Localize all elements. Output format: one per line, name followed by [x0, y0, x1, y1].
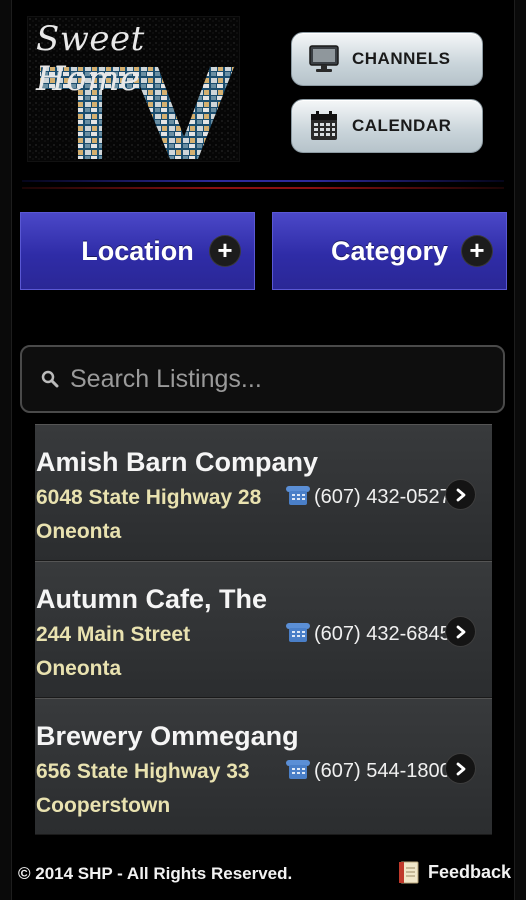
listing-address: 244 Main Street	[36, 623, 191, 646]
channels-button[interactable]: CHANNELS	[291, 32, 483, 86]
sweet-home-tv-logo[interactable]: Sweet Home	[27, 16, 240, 162]
listing-name: Autumn Cafe, The	[36, 584, 268, 614]
listing-name: Amish Barn Company	[36, 447, 319, 477]
plus-icon: +	[210, 236, 240, 266]
calendar-button[interactable]: CALENDAR	[291, 99, 483, 153]
listing-address: 6048 State Highway 28	[36, 486, 262, 509]
search-input[interactable]	[70, 364, 490, 394]
search-box[interactable]	[20, 345, 505, 413]
list-item[interactable]: Amish Barn Company 6048 State Highway 28…	[35, 424, 492, 561]
logo-title: Sweet Home	[36, 19, 145, 99]
listing-city: Cooperstown	[36, 794, 171, 817]
list-item[interactable]: Autumn Cafe, The 244 Main Street Oneonta…	[35, 561, 492, 698]
chevron-right-icon[interactable]	[446, 617, 475, 646]
list-item[interactable]: Brewery Ommegang 656 State Highway 33 Co…	[35, 698, 492, 835]
listings-list[interactable]: Amish Barn Company 6048 State Highway 28…	[35, 424, 492, 838]
right-frame	[514, 0, 526, 900]
chevron-right-icon[interactable]	[446, 480, 475, 509]
channels-label: CHANNELS	[352, 49, 451, 68]
location-label: Location	[81, 235, 194, 266]
category-filter-button[interactable]: Category +	[272, 212, 507, 290]
feedback-button[interactable]: Feedback	[398, 860, 511, 884]
calendar-icon	[302, 110, 346, 142]
listing-phone[interactable]: (607) 432-0527	[314, 486, 451, 509]
listing-city: Oneonta	[36, 520, 122, 543]
phone-icon[interactable]	[285, 483, 311, 507]
copyright-text: © 2014 SHP - All Rights Reserved.	[18, 864, 293, 883]
listing-city: Oneonta	[36, 657, 122, 680]
phone-icon[interactable]	[285, 620, 311, 644]
header-divider-red	[22, 187, 504, 189]
monitor-icon	[302, 44, 346, 74]
notepad-icon	[399, 861, 419, 884]
header-divider-blue	[22, 180, 504, 182]
plus-icon: +	[462, 236, 492, 266]
listing-name: Brewery Ommegang	[36, 721, 299, 751]
listing-phone[interactable]: (607) 544-1800	[314, 760, 451, 783]
location-filter-button[interactable]: Location +	[20, 212, 255, 290]
chevron-right-icon[interactable]	[446, 754, 475, 783]
feedback-label: Feedback	[428, 861, 512, 882]
left-frame	[0, 0, 12, 900]
listing-phone[interactable]: (607) 432-6845	[314, 623, 451, 646]
category-label: Category	[330, 235, 449, 266]
phone-icon[interactable]	[285, 757, 311, 781]
calendar-label: CALENDAR	[352, 116, 452, 135]
listing-address: 656 State Highway 33	[36, 760, 250, 783]
search-icon	[41, 370, 59, 388]
